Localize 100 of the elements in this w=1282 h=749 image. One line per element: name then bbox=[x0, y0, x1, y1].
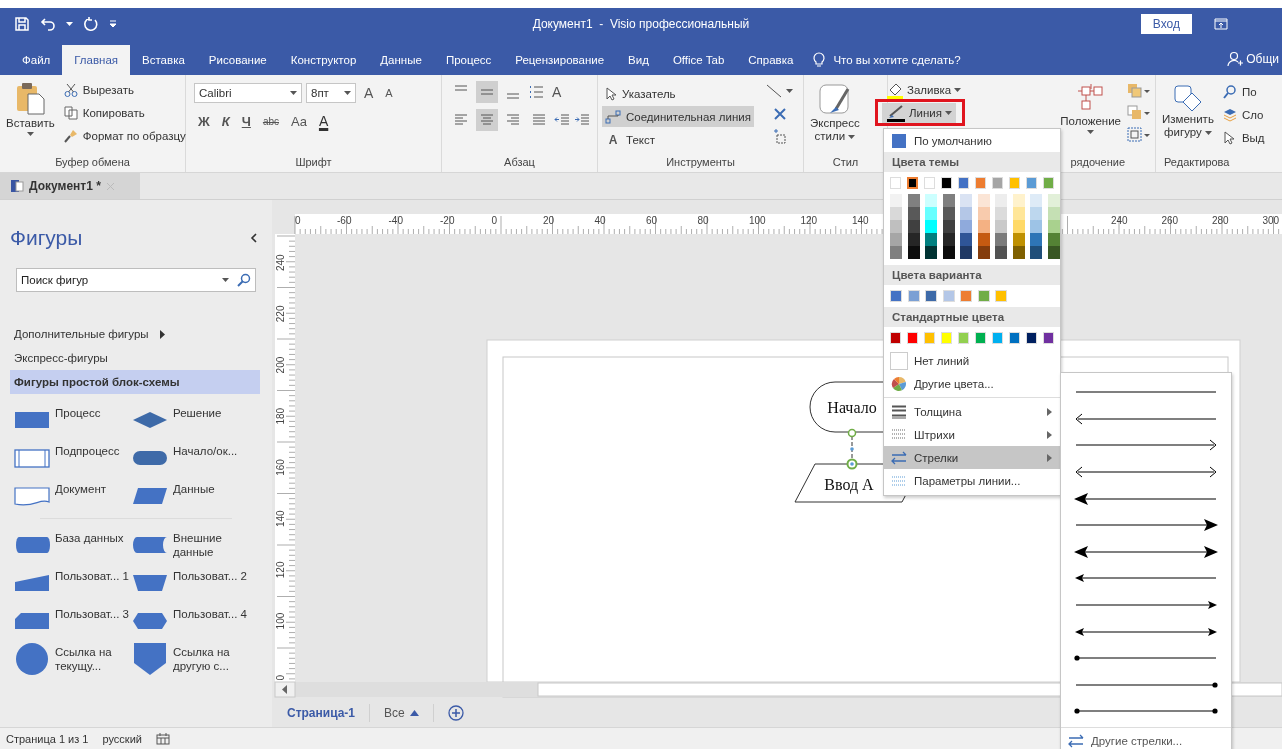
color-swatch[interactable] bbox=[1012, 207, 1025, 220]
editing-command[interactable]: Сло bbox=[1219, 104, 1268, 125]
align-button[interactable] bbox=[476, 81, 498, 103]
color-swatch[interactable] bbox=[1047, 246, 1060, 259]
bullets-icon[interactable] bbox=[528, 85, 544, 99]
stencil-shape[interactable]: Процесс bbox=[14, 402, 132, 438]
color-swatch[interactable] bbox=[1012, 220, 1025, 233]
send-backward-icon[interactable] bbox=[1127, 105, 1151, 121]
font-color-button[interactable]: A bbox=[314, 111, 333, 131]
color-swatch[interactable] bbox=[925, 220, 937, 233]
ribbon-tab[interactable]: Вставка bbox=[130, 45, 197, 75]
color-swatch[interactable] bbox=[890, 246, 902, 259]
color-swatch[interactable] bbox=[995, 220, 1007, 233]
stencil-shape[interactable]: Пользоват... 4 bbox=[132, 603, 252, 639]
menu-item[interactable]: Другие цвета... bbox=[884, 372, 1060, 395]
close-icon[interactable] bbox=[772, 107, 787, 121]
stencil-shape[interactable]: Пользоват... 1 bbox=[14, 565, 132, 601]
color-swatch[interactable] bbox=[1012, 233, 1025, 246]
quick-styles-button[interactable]: Экспресс стили bbox=[808, 81, 862, 156]
color-swatch[interactable] bbox=[942, 207, 955, 220]
color-swatch[interactable] bbox=[977, 246, 990, 259]
format-painter-button[interactable]: Формат по образцу bbox=[60, 125, 189, 146]
macro-icon[interactable] bbox=[155, 732, 170, 745]
color-swatch[interactable] bbox=[977, 220, 990, 233]
collapse-icon[interactable] bbox=[250, 233, 258, 243]
share-button[interactable]: Общи bbox=[1243, 52, 1279, 75]
redo-icon[interactable] bbox=[83, 16, 99, 32]
color-swatch[interactable] bbox=[907, 220, 920, 233]
color-swatch[interactable] bbox=[960, 220, 972, 233]
shrink-font-button[interactable]: A bbox=[381, 83, 397, 103]
color-swatch[interactable] bbox=[890, 233, 902, 246]
stencil-shape[interactable]: Данные bbox=[132, 478, 252, 514]
color-swatch[interactable] bbox=[1047, 220, 1060, 233]
color-swatch[interactable] bbox=[1012, 246, 1025, 259]
color-swatch[interactable] bbox=[907, 207, 920, 220]
editing-command[interactable]: По bbox=[1219, 81, 1268, 102]
color-swatch[interactable] bbox=[925, 233, 937, 246]
copy-button[interactable]: Копировать bbox=[60, 102, 189, 123]
color-swatch[interactable] bbox=[995, 194, 1007, 207]
line-button[interactable]: Линия bbox=[882, 103, 956, 123]
color-swatch[interactable] bbox=[960, 246, 972, 259]
stencil-shape[interactable]: Пользоват... 2 bbox=[132, 565, 252, 601]
stencil-item[interactable]: Дополнительные фигуры bbox=[10, 322, 260, 346]
color-swatch[interactable] bbox=[925, 207, 937, 220]
customize-icon[interactable] bbox=[109, 20, 117, 28]
menu-item[interactable]: Штрихи bbox=[884, 423, 1060, 446]
add-page-icon[interactable] bbox=[447, 705, 464, 721]
stencil-shape[interactable]: Решение bbox=[132, 402, 252, 438]
fill-button[interactable]: Заливка bbox=[886, 80, 962, 100]
color-swatch[interactable] bbox=[907, 194, 920, 207]
page-tab[interactable]: Страница-1 bbox=[287, 706, 356, 720]
position-button[interactable]: Положение bbox=[1058, 79, 1123, 156]
search-field[interactable]: Поиск фигур bbox=[19, 273, 214, 287]
signin-button[interactable]: Вход bbox=[1140, 14, 1192, 34]
bold-button[interactable]: Ж bbox=[194, 111, 214, 131]
color-swatch[interactable] bbox=[977, 233, 990, 246]
ribbon-display-icon[interactable] bbox=[1214, 18, 1228, 30]
color-swatch[interactable] bbox=[1012, 194, 1025, 207]
search-box[interactable]: Поиск фигур bbox=[16, 268, 256, 292]
menu-item[interactable]: Нет линий bbox=[884, 349, 1060, 372]
color-swatch[interactable] bbox=[942, 194, 955, 207]
group-icon[interactable] bbox=[1127, 127, 1151, 143]
color-swatch[interactable] bbox=[1047, 233, 1060, 246]
change-shape-button[interactable]: Изменить фигуру bbox=[1160, 79, 1216, 156]
color-swatch[interactable] bbox=[942, 246, 955, 259]
color-swatch[interactable] bbox=[890, 220, 902, 233]
stencil-shape[interactable]: Начало/ок... bbox=[132, 440, 252, 476]
scroll-left-icon[interactable] bbox=[274, 681, 296, 698]
color-swatch[interactable] bbox=[995, 246, 1007, 259]
color-swatch[interactable] bbox=[960, 233, 972, 246]
tool-button[interactable]: A Текст bbox=[602, 129, 754, 150]
stencil-shape[interactable]: Подпроцесс bbox=[14, 440, 132, 476]
color-swatch[interactable] bbox=[1030, 220, 1042, 233]
menu-item[interactable]: По умолчанию bbox=[884, 129, 1060, 152]
bring-forward-icon[interactable] bbox=[1127, 83, 1151, 99]
ribbon-tab[interactable]: Рецензирование bbox=[503, 45, 617, 75]
stencil-shape[interactable]: Ссылка на другую с... bbox=[132, 641, 252, 677]
person-icon[interactable] bbox=[1227, 51, 1244, 67]
connection-point-icon[interactable] bbox=[771, 129, 788, 145]
grow-font-button[interactable]: A bbox=[360, 83, 378, 103]
stencil-shape[interactable]: Ссылка на текущу... bbox=[14, 641, 132, 677]
stencil-shape[interactable]: База данных bbox=[14, 527, 132, 563]
color-swatch[interactable] bbox=[977, 207, 990, 220]
stencil-item[interactable]: Фигуры простой блок-схемы bbox=[10, 370, 260, 394]
menu-item[interactable]: Другие стрелки... bbox=[1061, 729, 1231, 749]
color-swatch[interactable] bbox=[907, 246, 920, 259]
caret-icon[interactable] bbox=[222, 278, 229, 282]
undo-icon[interactable] bbox=[40, 16, 56, 32]
color-swatch[interactable] bbox=[960, 194, 972, 207]
caret-icon[interactable] bbox=[786, 89, 793, 93]
ribbon-tab[interactable]: Файл bbox=[10, 45, 63, 75]
stencil-shape[interactable]: Документ bbox=[14, 478, 132, 514]
stencil-shape[interactable]: Пользоват... 3 bbox=[14, 603, 132, 639]
cut-button[interactable]: Вырезать bbox=[60, 79, 189, 100]
line-tool-icon[interactable] bbox=[766, 83, 782, 99]
menu-item[interactable]: Толщина bbox=[884, 400, 1060, 423]
color-swatch[interactable] bbox=[1047, 194, 1060, 207]
color-swatch[interactable] bbox=[1030, 207, 1042, 220]
ribbon-tab[interactable]: Справка bbox=[736, 45, 806, 75]
save-icon[interactable] bbox=[14, 16, 30, 32]
